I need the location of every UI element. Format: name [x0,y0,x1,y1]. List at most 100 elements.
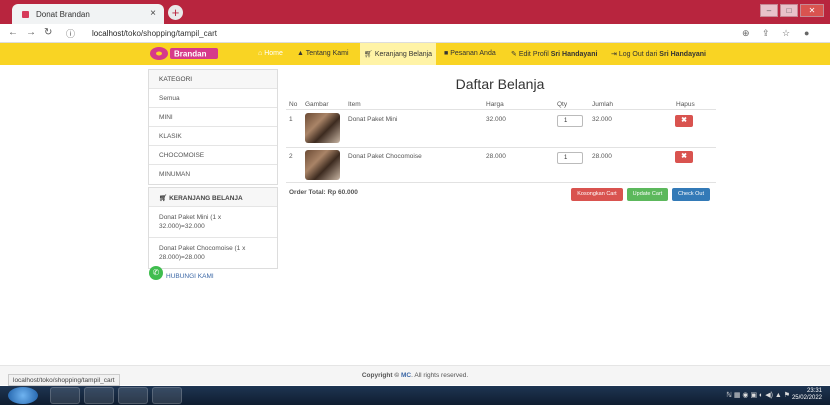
copyright-suffix: . All rights reserved. [411,372,469,379]
row-price: 28.000 [486,153,506,160]
clock-time: 23:31 [806,388,822,394]
whatsapp-icon[interactable]: ✆ [149,266,163,280]
column-header-item: Item [348,101,361,108]
category-item-klasik[interactable]: KLASIK [149,127,277,146]
star-icon[interactable]: ☆ [782,28,790,39]
row-item-name: Donat Paket Chocomoise [348,153,422,160]
zoom-icon[interactable]: ⊕ [742,28,750,39]
nav-logout-name: Sri Handayani [659,51,706,58]
cart-icon: 🛒︎ [364,51,375,58]
row-total: 28.000 [592,153,612,160]
nav-cart[interactable]: 🛒︎ Keranjang Belanja [360,43,437,65]
nav-about[interactable]: ▲ Tentang Kami [297,50,349,57]
os-taskbar: ℕ ▦ ◉ ▣ ◐ ◀) ▲ ⚑ 23:31 25/02/2022 [0,386,830,405]
clear-cart-button[interactable]: Kosongkan Cart [571,188,623,201]
file-explorer-icon[interactable] [50,387,80,404]
favicon-icon [22,11,29,18]
nav-edit-prefix: Edit Profil [518,51,549,58]
table-divider [286,109,716,110]
table-divider [286,182,716,183]
row-total: 32.000 [592,116,612,123]
quantity-input[interactable]: 1 [557,152,583,164]
address-bar: ← → ↻ ⓘ localhost/toko/shopping/tampil_c… [0,24,830,43]
nav-cart-label: Keranjang Belanja [374,51,433,58]
column-header-hapus: Hapus [676,101,695,108]
tab-title: Donat Brandan [36,10,90,19]
cart-line-item: Donat Paket Chocomoise (1 x 28.000)=28.0… [159,245,246,261]
quantity-input[interactable]: 1 [557,115,583,127]
update-cart-button[interactable]: Update Cart [627,188,668,201]
category-item-semua[interactable]: Semua [149,89,277,108]
close-window-icon[interactable]: ✕ [800,4,824,17]
column-header-jumlah: Jumlah [592,101,613,108]
row-price: 32.000 [486,116,506,123]
delete-button[interactable]: ✖ [675,115,693,127]
minimize-icon[interactable]: – [760,4,778,17]
window-controls: – □ ✕ [760,4,824,18]
xampp-icon[interactable] [118,387,148,404]
contact-link[interactable]: HUBUNGI KAMI [166,273,214,280]
url-field[interactable]: localhost/toko/shopping/tampil_cart [92,29,217,38]
category-panel: KATEGORI Semua MINI KLASIK CHOCOMOISE MI… [148,69,278,185]
nav-logout[interactable]: ⇥ Log Out dari Sri Handayani [611,50,706,58]
start-button-icon[interactable] [8,387,38,404]
new-tab-button[interactable]: + [168,5,183,20]
column-header-gambar: Gambar [305,101,329,108]
system-tray[interactable]: ℕ ▦ ◉ ▣ ◐ ◀) ▲ ⚑ [726,391,790,399]
browser-title-bar: Donat Brandan × + – □ ✕ [0,0,830,24]
logout-icon: ⇥ [611,51,619,58]
word-icon[interactable] [84,387,114,404]
table-divider [286,147,716,148]
graduation-icon: ▲ [297,50,306,57]
brand-logo[interactable]: Brandan [149,46,219,61]
copyright-prefix: Copyright © [361,372,400,379]
checkout-button[interactable]: Check Out [672,188,710,201]
cart-icon: 🛒︎ [159,195,170,202]
category-item-chocomoise[interactable]: CHOCOMOISE [149,146,277,165]
column-header-qty: Qty [557,101,568,108]
taskbar-clock[interactable]: 23:31 25/02/2022 [792,388,822,402]
copyright-owner[interactable]: MC [401,372,411,379]
page-title: Daftar Belanja [455,76,545,92]
nav-home-label: Home [264,50,283,57]
site-navbar: Brandan ⌂ Home ▲ Tentang Kami 🛒︎ Keranja… [0,43,830,65]
nav-orders-label: Pesanan Anda [450,50,496,57]
cart-line-item: Donat Paket Mini (1 x 32.000)=32.000 [149,207,277,238]
product-image [305,113,340,143]
back-icon[interactable]: ← [8,27,18,38]
nav-edit-name: Sri Handayani [550,51,598,58]
logo-text: Brandan [174,50,207,59]
nav-orders[interactable]: ■ Pesanan Anda [444,50,496,57]
cart-panel: 🛒︎ KERANJANG BELANJA Donat Paket Mini (1… [148,187,278,269]
column-header-no: No [289,101,298,108]
cart-panel-title: 🛒︎ KERANJANG BELANJA [149,188,277,207]
close-tab-icon[interactable]: × [150,8,156,19]
share-icon[interactable]: ⇪ [762,28,770,39]
category-item-minuman[interactable]: MINUMAN [149,165,277,184]
row-item-name: Donat Paket Mini [348,116,398,123]
forward-icon[interactable]: → [26,27,36,38]
browser-tab[interactable]: Donat Brandan × [12,4,164,24]
nav-home[interactable]: ⌂ Home [258,50,283,57]
nav-edit-profile[interactable]: ✎ Edit Profil Sri Handayani [511,50,597,58]
category-title: KATEGORI [149,70,277,89]
reload-icon[interactable]: ↻ [44,27,52,38]
info-icon[interactable]: ⓘ [66,27,75,40]
order-total: Order Total: Rp 60.000 [289,189,358,196]
url-host: localhost [92,29,124,38]
profile-icon[interactable]: ● [804,28,809,38]
column-header-harga: Harga [486,101,504,108]
copyright-text: Copyright © MC. All rights reserved. [0,372,830,379]
delete-button[interactable]: ✖ [675,151,693,163]
clock-date: 25/02/2022 [791,395,822,401]
url-path: /toko/shopping/tampil_cart [123,29,217,38]
product-image [305,150,340,180]
category-item-mini[interactable]: MINI [149,108,277,127]
edit-icon: ✎ [511,51,519,58]
chrome-icon[interactable] [152,387,182,404]
row-number: 1 [289,116,293,123]
page-footer: Copyright © MC. All rights reserved. [0,365,830,385]
nav-logout-prefix: Log Out dari [618,51,658,58]
status-bar-url: localhost/toko/shopping/tampil_cart [8,374,120,386]
maximize-icon[interactable]: □ [780,4,798,17]
